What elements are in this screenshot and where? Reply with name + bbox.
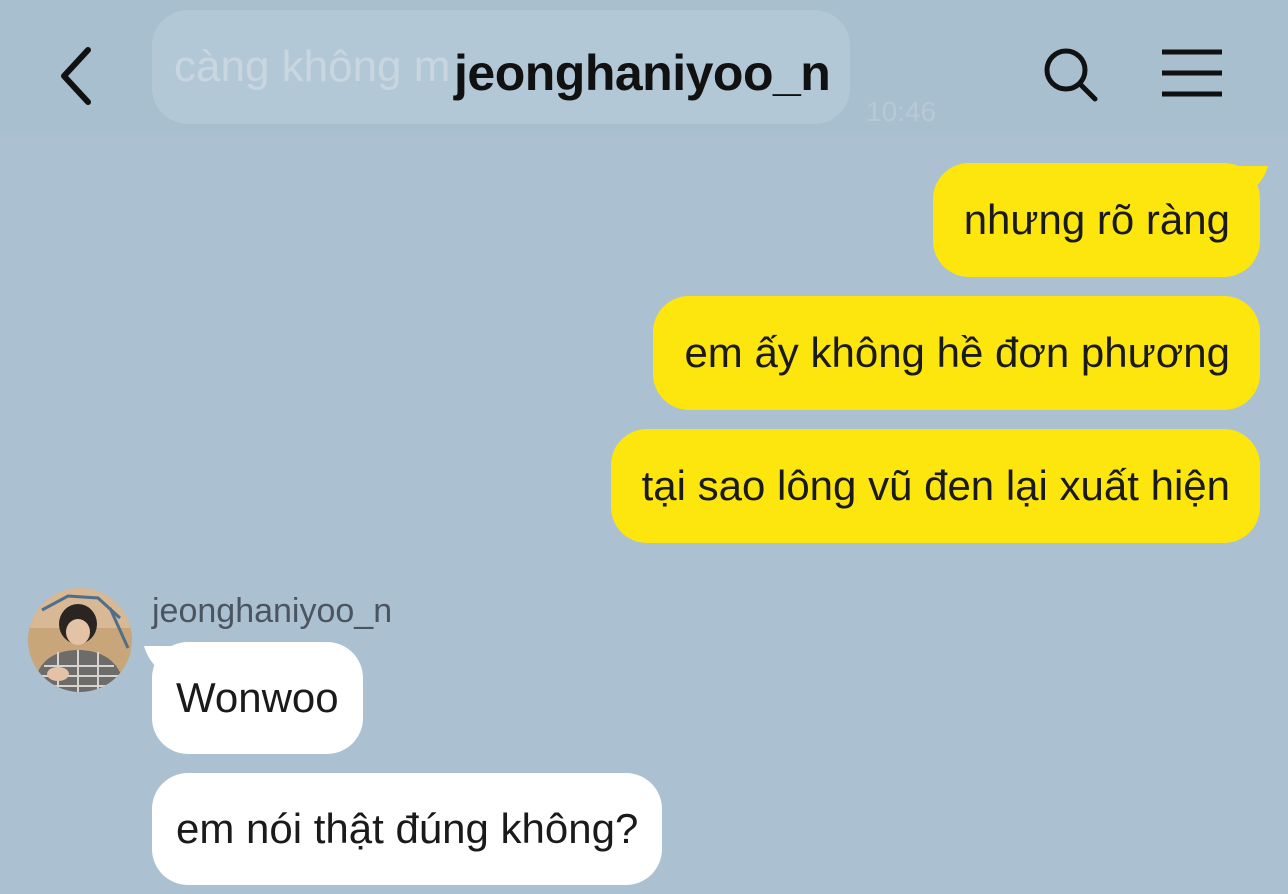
message-text: tại sao lông vũ đen lại xuất hiện [641,462,1230,509]
chat-title: jeonghaniyoo_n [454,45,831,101]
sender-name: jeonghaniyoo_n [152,592,393,630]
ghost-message-text: càng không m [174,42,451,91]
search-button[interactable] [1038,44,1108,108]
menu-button[interactable] [1156,46,1228,102]
ghost-message-time: 10:46 [866,96,937,127]
avatar-photo [28,588,132,692]
outgoing-message[interactable]: nhưng rõ ràng [932,163,1260,277]
outgoing-message[interactable]: tại sao lông vũ đen lại xuất hiện [610,429,1260,543]
chevron-left-icon [61,47,91,105]
avatar[interactable] [28,588,132,692]
message-text: Wonwoo [176,674,339,721]
message-text: nhưng rõ ràng [963,196,1230,243]
message-text: em nói thật đúng không? [176,805,639,852]
incoming-message[interactable]: Wonwoo [152,642,363,754]
incoming-message[interactable]: em nói thật đúng không? [152,773,663,885]
chat-header: càng không m 10:46 jeonghaniyoo_n [0,0,1288,135]
outgoing-message[interactable]: em ấy không hề đơn phương [653,296,1260,410]
message-text: em ấy không hề đơn phương [684,329,1230,376]
back-button[interactable] [52,40,108,112]
hamburger-menu-icon [1162,49,1222,97]
search-icon [1044,48,1098,102]
